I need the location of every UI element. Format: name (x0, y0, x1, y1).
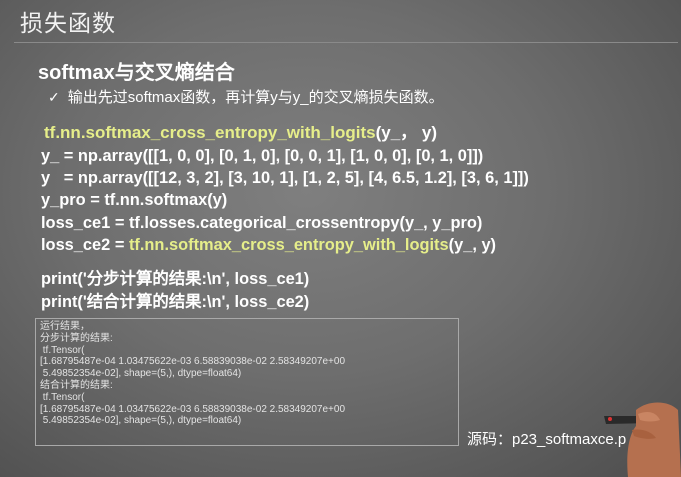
api-signature: tf.nn.softmax_cross_entropy_with_logits(… (44, 118, 437, 143)
api-arguments: (y_， y) (375, 123, 437, 142)
api-function-name: tf.nn.softmax_cross_entropy_with_logits (44, 123, 376, 142)
output-line: tf.Tensor( (40, 344, 85, 356)
check-icon: ✓ (48, 89, 60, 105)
print-line: print('分步计算的结果:\n', loss_ce1) (41, 270, 310, 288)
code-text: y = np.array([[12, 3, 2], [3, 10, 1], [1… (41, 169, 529, 188)
code-text: loss_ce1 = tf.losses.categorical_crossen… (41, 213, 483, 232)
code-text: y_ = np.array([[1, 0, 0], [0, 1, 0], [0,… (41, 147, 484, 165)
output-line: [1.68795487e-04 1.03475622e-03 6.5883903… (40, 356, 346, 368)
title-divider (14, 42, 678, 43)
output-line: tf.Tensor( (40, 391, 85, 403)
slide-title: 损失函数 (20, 11, 116, 37)
code-text: y_pro = tf.nn.softmax(y) (41, 191, 228, 210)
print-line: print('结合计算的结果:\n', loss_ce2) (41, 292, 310, 311)
code-line: y_ = np.array([[1, 0, 0], [0, 1, 0], [0,… (41, 145, 529, 167)
output-line: 运行结果， (40, 321, 90, 332)
code-line: loss_ce1 = tf.losses.categorical_crossen… (41, 212, 529, 234)
section-heading: softmax与交叉熵结合 (38, 62, 235, 84)
output-line: 5.49852354e-02], shape=(5,), dtype=float… (40, 368, 242, 380)
code-text: (y_, y) (448, 235, 497, 254)
print-statements: print('分步计算的结果:\n', loss_ce1) print('结合计… (41, 268, 309, 313)
presenter-hand-icon (604, 402, 681, 477)
output-line: 分步计算的结果: (40, 332, 113, 344)
output-console: 运行结果， 分步计算的结果: tf.Tensor( [1.68795487e-0… (35, 318, 459, 446)
code-line: y = np.array([[12, 3, 2], [3, 10, 1], [1… (41, 167, 529, 189)
code-block: y_ = np.array([[1, 0, 0], [0, 1, 0], [0,… (41, 145, 529, 256)
bullet-point: ✓ 输出先过softmax函数，再计算y与y_的交叉熵损失函数。 (48, 86, 444, 107)
code-text: loss_ce2 = (41, 235, 129, 254)
output-line: 结合计算的结果: (40, 379, 113, 391)
output-line: 5.49852354e-02], shape=(5,), dtype=float… (40, 415, 242, 427)
output-line: [1.68795487e-04 1.03475622e-03 6.5883903… (40, 403, 346, 415)
bullet-text: 输出先过softmax函数，再计算y与y_的交叉熵损失函数。 (67, 89, 444, 106)
code-highlight: tf.nn.softmax_cross_entropy_with_logits (128, 235, 449, 254)
code-line: y_pro = tf.nn.softmax(y) (41, 189, 529, 211)
code-line: loss_ce2 = tf.nn.softmax_cross_entropy_w… (41, 234, 529, 256)
